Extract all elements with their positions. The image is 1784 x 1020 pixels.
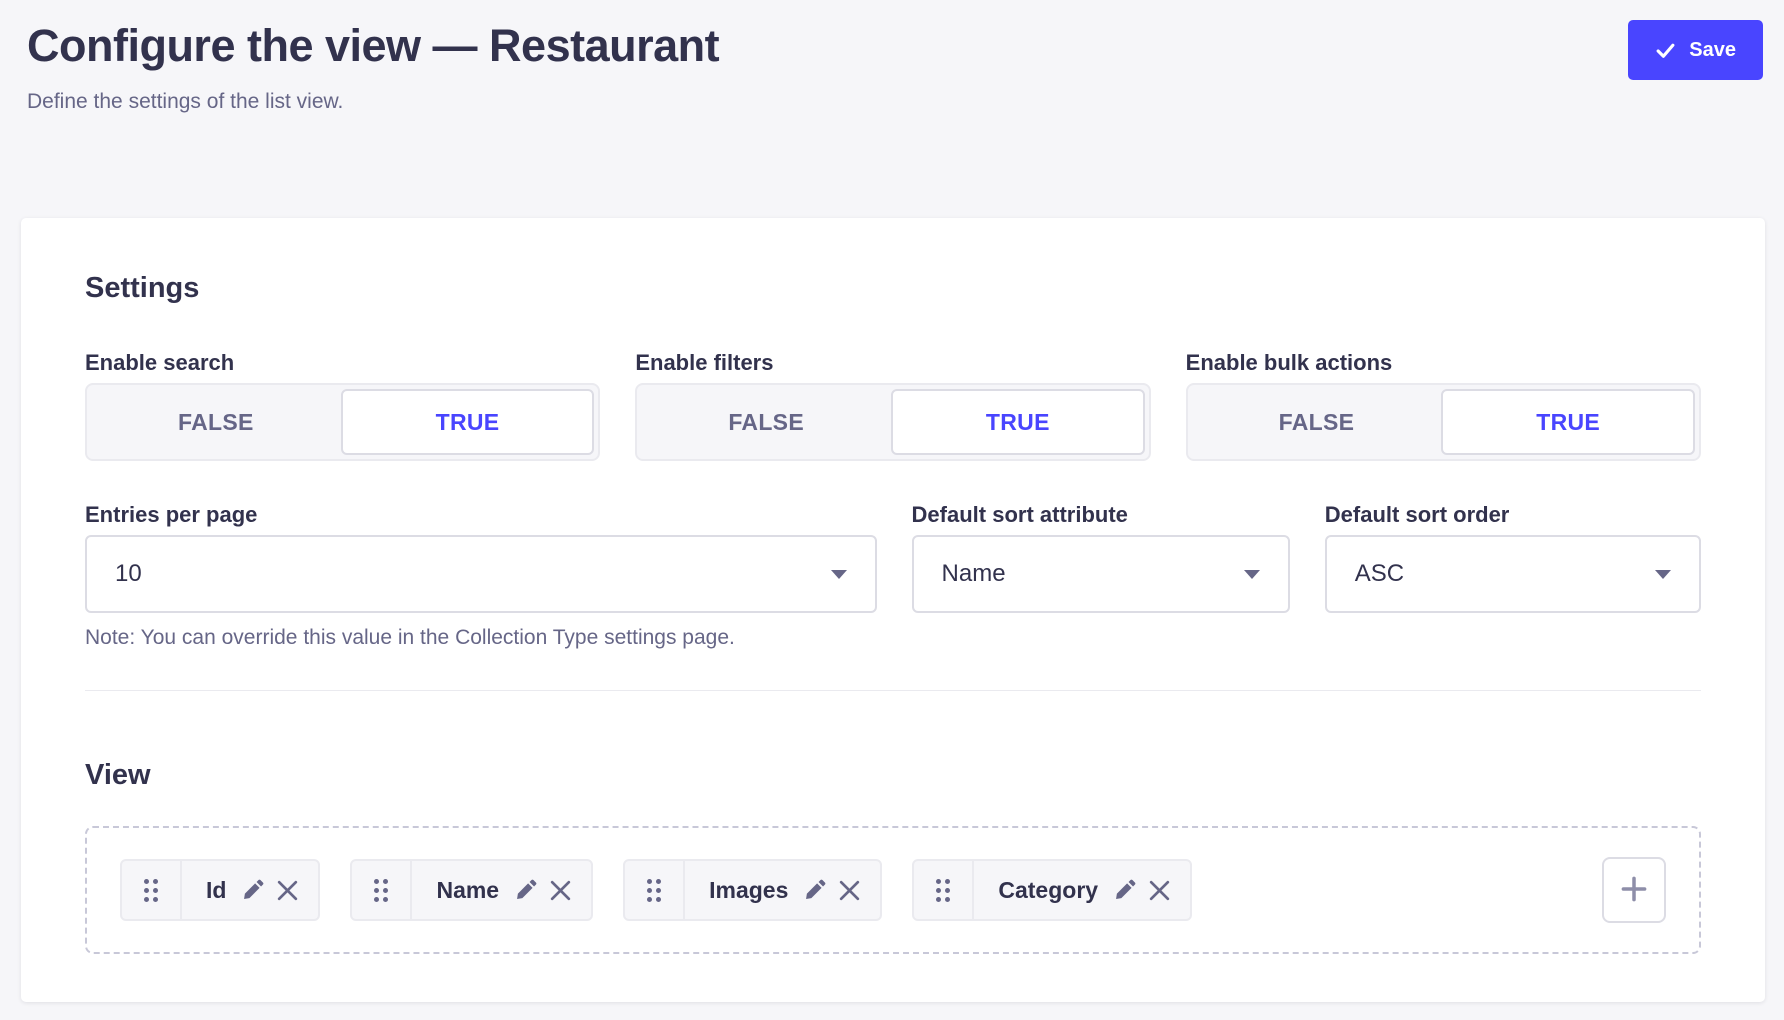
- field-chip-images: Images: [623, 859, 882, 921]
- default-sort-order-field: Default sort order ASC: [1325, 501, 1701, 650]
- page-header: Configure the view — Restaurant Define t…: [0, 0, 1784, 114]
- edit-pencil-icon[interactable]: [1112, 878, 1137, 903]
- field-label: Default sort attribute: [912, 501, 1290, 529]
- toggle-enable-search: FALSE TRUE: [85, 383, 600, 461]
- toggle-false-option[interactable]: FALSE: [1192, 389, 1442, 455]
- page-title: Configure the view — Restaurant: [27, 20, 719, 72]
- edit-pencil-icon[interactable]: [513, 878, 538, 903]
- field-chip-category: Category: [912, 859, 1192, 921]
- settings-heading: Settings: [85, 272, 1701, 305]
- field-label: Enable bulk actions: [1186, 349, 1701, 377]
- chevron-down-icon: [831, 570, 847, 579]
- default-sort-order-select[interactable]: ASC: [1325, 535, 1701, 613]
- field-chip-label: Id: [182, 877, 240, 904]
- plus-icon: [1619, 874, 1649, 907]
- toggle-false-option[interactable]: FALSE: [91, 389, 341, 455]
- field-label: Enable filters: [635, 349, 1150, 377]
- close-x-icon[interactable]: [1147, 878, 1172, 903]
- entries-per-page-note: Note: You can override this value in the…: [85, 625, 877, 650]
- field-chip-list: Id Name: [120, 859, 1602, 921]
- close-x-icon[interactable]: [837, 878, 862, 903]
- field-label: Enable search: [85, 349, 600, 377]
- edit-pencil-icon[interactable]: [802, 878, 827, 903]
- save-button-label: Save: [1689, 39, 1736, 62]
- field-chip-label: Name: [412, 877, 513, 904]
- select-value: ASC: [1355, 560, 1404, 588]
- select-value: Name: [942, 560, 1006, 588]
- settings-card: Settings Enable search FALSE TRUE Enable…: [21, 218, 1765, 1002]
- entries-per-page-field: Entries per page 10 Note: You can overri…: [85, 501, 877, 650]
- toggle-field-enable-bulk-actions: Enable bulk actions FALSE TRUE: [1186, 349, 1701, 461]
- field-layout-area: Id Name: [85, 826, 1701, 954]
- view-heading: View: [85, 759, 1701, 792]
- toggle-true-option[interactable]: TRUE: [1441, 389, 1695, 455]
- close-x-icon[interactable]: [548, 878, 573, 903]
- chevron-down-icon: [1655, 570, 1671, 579]
- close-x-icon[interactable]: [275, 878, 300, 903]
- page-subtitle: Define the settings of the list view.: [27, 90, 719, 114]
- toggle-field-enable-filters: Enable filters FALSE TRUE: [635, 349, 1150, 461]
- page-header-text: Configure the view — Restaurant Define t…: [27, 20, 719, 114]
- field-label: Entries per page: [85, 501, 877, 529]
- drag-handle-icon[interactable]: [352, 861, 412, 919]
- chevron-down-icon: [1244, 570, 1260, 579]
- drag-handle-icon[interactable]: [625, 861, 685, 919]
- field-chip-id: Id: [120, 859, 320, 921]
- toggle-true-option[interactable]: TRUE: [341, 389, 595, 455]
- field-chip-name: Name: [350, 859, 593, 921]
- edit-pencil-icon[interactable]: [240, 878, 265, 903]
- toggle-row: Enable search FALSE TRUE Enable filters …: [85, 349, 1701, 461]
- toggle-enable-filters: FALSE TRUE: [635, 383, 1150, 461]
- toggle-enable-bulk-actions: FALSE TRUE: [1186, 383, 1701, 461]
- field-chip-label: Category: [974, 877, 1112, 904]
- add-field-button[interactable]: [1602, 857, 1666, 923]
- default-sort-attribute-select[interactable]: Name: [912, 535, 1290, 613]
- check-icon: [1655, 40, 1676, 61]
- toggle-false-option[interactable]: FALSE: [641, 389, 891, 455]
- toggle-field-enable-search: Enable search FALSE TRUE: [85, 349, 600, 461]
- select-value: 10: [115, 560, 142, 588]
- selects-row: Entries per page 10 Note: You can overri…: [85, 501, 1701, 650]
- toggle-true-option[interactable]: TRUE: [891, 389, 1145, 455]
- drag-handle-icon[interactable]: [914, 861, 974, 919]
- default-sort-attribute-field: Default sort attribute Name: [912, 501, 1290, 650]
- drag-handle-icon[interactable]: [122, 861, 182, 919]
- field-chip-label: Images: [685, 877, 802, 904]
- entries-per-page-select[interactable]: 10: [85, 535, 877, 613]
- section-divider: [85, 690, 1701, 691]
- save-button[interactable]: Save: [1628, 20, 1763, 80]
- field-label: Default sort order: [1325, 501, 1701, 529]
